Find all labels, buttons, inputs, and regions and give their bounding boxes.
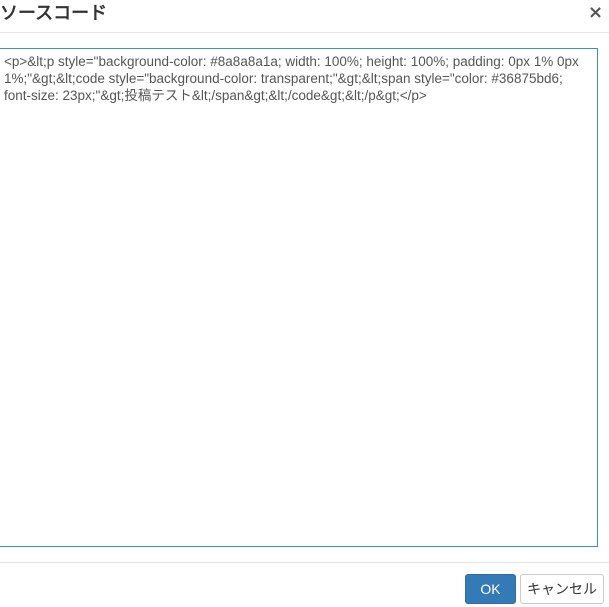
dialog-footer: OK キャンセル — [0, 562, 609, 607]
ok-button[interactable]: OK — [465, 574, 516, 604]
dialog-title: ソースコード — [0, 3, 108, 24]
source-code-textarea[interactable]: <p>&lt;p style="background-color: #8a8a8… — [0, 48, 598, 547]
source-code-dialog: ソースコード × <p>&lt;p style="background-colo… — [0, 0, 609, 607]
dialog-body: <p>&lt;p style="background-color: #8a8a8… — [0, 33, 609, 562]
close-icon[interactable]: × — [588, 4, 603, 22]
dialog-header: ソースコード × — [0, 0, 609, 33]
cancel-button[interactable]: キャンセル — [520, 574, 604, 604]
